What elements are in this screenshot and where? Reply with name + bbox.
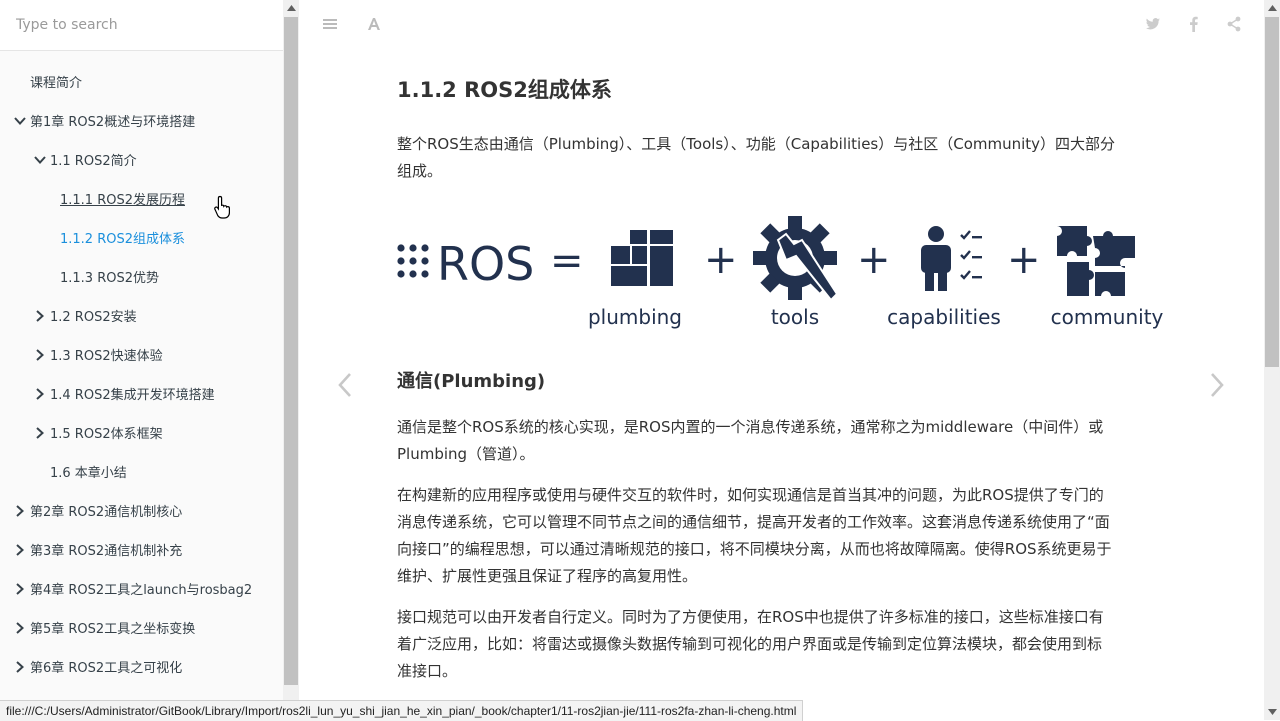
toc-item-label: 第5章 ROS2工具之坐标变换 <box>30 622 196 637</box>
toc-item-label: 1.3 ROS2快速体验 <box>50 349 163 364</box>
chevron-right-icon[interactable] <box>30 345 50 365</box>
toc-item-label: 1.1 ROS2简介 <box>50 154 137 169</box>
paragraph-1: 通信是整个ROS系统的核心实现，是ROS内置的一个消息传递系统，通常称之为mid… <box>397 414 1163 468</box>
page-title: 1.1.2 ROS2组成体系 <box>397 78 612 102</box>
toc-item[interactable]: 1.1.2 ROS2组成体系 <box>0 218 283 257</box>
font-settings-icon[interactable] <box>366 16 382 36</box>
p3-line-1: 接口规范可以由开发者自行定义。同时为了方便使用，在ROS中也提供了许多标准的接口… <box>397 608 1104 626</box>
toc-item[interactable]: 第3章 ROS2通信机制补充 <box>0 530 283 569</box>
chevron-right-icon[interactable] <box>10 618 30 638</box>
toc-item[interactable]: 1.4 ROS2集成开发环境搭建 <box>0 374 283 413</box>
p3-line-2: 着广泛应用，比如：将雷达或摄像头数据传输到可视化的用户界面或是传输到定位算法模块… <box>397 635 1103 653</box>
table-of-contents: 课程简介第1章 ROS2概述与环境搭建 1.1 ROS2简介 1.1.1 ROS2发… <box>0 51 283 686</box>
toc-item[interactable]: 第2章 ROS2通信机制核心 <box>0 491 283 530</box>
tools-gear-icon <box>753 216 839 302</box>
banner-label-plumbing: plumbing <box>588 305 682 329</box>
toc-item-label: 第6章 ROS2工具之可视化 <box>30 661 183 676</box>
chevron-right-icon[interactable] <box>10 501 30 521</box>
toc-item-label: 第2章 ROS2通信机制核心 <box>30 505 183 520</box>
plus-sign-1: + <box>704 237 738 283</box>
p2-line-3: 向接口”的编程思想，可以通过清晰规范的接口，将不同模块分离，从而也将故障隔离。使… <box>397 540 1112 558</box>
page-scrollbar-thumb[interactable] <box>1265 17 1279 367</box>
p2-line-1: 在构建新的应用程序或使用与硬件交互的软件时，如何实现通信是首当其冲的问题，为此R… <box>397 486 1104 504</box>
status-bar-url: file:///C:/Users/Administrator/GitBook/L… <box>0 700 804 721</box>
toc-item-label: 1.6 本章小结 <box>50 466 127 481</box>
toc-item-label: 第3章 ROS2通信机制补充 <box>30 544 183 559</box>
plus-sign-3: + <box>1007 237 1041 283</box>
p2-line-4: 维护、扩展性更强且保证了程序的高复用性。 <box>397 567 698 585</box>
intro-line-2: 组成。 <box>397 162 443 180</box>
page-scrollbar[interactable] <box>1264 0 1280 720</box>
search-input[interactable] <box>14 16 268 34</box>
intro-paragraph: 整个ROS生态由通信（Plumbing）、工具（Tools）、功能（Capabi… <box>397 131 1163 185</box>
share-icon[interactable] <box>1226 16 1242 36</box>
p1-line-2: Plumbing（管道）。 <box>397 445 535 463</box>
toc-item-label: 第1章 ROS2概述与环境搭建 <box>30 115 196 130</box>
sidebar-scrollbar-thumb[interactable] <box>284 17 298 685</box>
toc-item[interactable]: 课程简介 <box>0 62 283 101</box>
toc-item[interactable]: 1.3 ROS2快速体验 <box>0 335 283 374</box>
toc-item[interactable]: 1.1 ROS2简介 <box>0 140 283 179</box>
equals-sign: = <box>550 238 584 284</box>
capabilities-person-checklist-icon <box>921 226 982 291</box>
intro-line-1: 整个ROS生态由通信（Plumbing）、工具（Tools）、功能（Capabi… <box>397 135 1116 153</box>
toc-item[interactable]: 1.5 ROS2体系框架 <box>0 413 283 452</box>
banner-label-community: community <box>1051 305 1164 329</box>
sidebar: 课程简介第1章 ROS2概述与环境搭建 1.1 ROS2简介 1.1.1 ROS2发… <box>0 0 284 720</box>
plumbing-icon <box>611 230 673 286</box>
next-page-chevron-icon[interactable] <box>1209 372 1225 402</box>
paragraph-3: 接口规范可以由开发者自行定义。同时为了方便使用，在ROS中也提供了许多标准的接口… <box>397 604 1163 685</box>
toc-item-label: 1.2 ROS2安装 <box>50 310 137 325</box>
p3-line-3: 准接口。 <box>397 662 458 680</box>
toc-item[interactable]: 1.1.3 ROS2优势 <box>0 257 283 296</box>
previous-page-chevron-icon[interactable] <box>337 372 353 402</box>
toc-item[interactable]: 1.2 ROS2安装 <box>0 296 283 335</box>
chevron-down-icon[interactable] <box>30 150 50 170</box>
menu-toggle-icon[interactable] <box>322 16 338 36</box>
page-scroll-up-arrow-icon[interactable] <box>1264 0 1280 16</box>
banner-label-capabilities: capabilities <box>887 305 1001 329</box>
chevron-down-icon[interactable] <box>10 111 30 131</box>
community-puzzle-icon <box>1057 226 1135 296</box>
section-heading-plumbing: 通信(Plumbing) <box>397 371 546 392</box>
toc-item-label: 1.1.2 ROS2组成体系 <box>60 232 185 247</box>
chevron-right-icon[interactable] <box>10 540 30 560</box>
chevron-right-icon[interactable] <box>10 657 30 677</box>
facebook-icon[interactable] <box>1186 16 1202 36</box>
scroll-up-arrow-icon[interactable] <box>283 0 299 16</box>
toc-item[interactable]: 1.6 本章小结 <box>0 452 283 491</box>
toc-item-label: 1.5 ROS2体系框架 <box>50 427 163 442</box>
toc-item-label: 课程简介 <box>30 76 83 91</box>
ros-ecosystem-banner: ROS = plumbing + tools + capabilities + … <box>397 216 1164 329</box>
chevron-right-icon[interactable] <box>30 423 50 443</box>
toc-item[interactable]: 第1章 ROS2概述与环境搭建 <box>0 101 283 140</box>
toc-item[interactable]: 1.1.1 ROS2发展历程 <box>0 179 283 218</box>
page-scroll-down-arrow-icon[interactable] <box>1264 704 1280 720</box>
search-bar <box>0 0 283 51</box>
ros-dots-logo-icon <box>397 244 429 278</box>
toc-item-label: 1.1.1 ROS2发展历程 <box>60 193 185 208</box>
toc-item[interactable]: 第6章 ROS2工具之可视化 <box>0 647 283 686</box>
hand-pointer-cursor-icon <box>214 195 232 223</box>
p1-line-1: 通信是整个ROS系统的核心实现，是ROS内置的一个消息传递系统，通常称之为mid… <box>397 418 1104 436</box>
toc-item[interactable]: 第5章 ROS2工具之坐标变换 <box>0 608 283 647</box>
plus-sign-2: + <box>857 237 891 283</box>
paragraph-2: 在构建新的应用程序或使用与硬件交互的软件时，如何实现通信是首当其冲的问题，为此R… <box>397 482 1163 590</box>
chevron-right-icon[interactable] <box>10 579 30 599</box>
chevron-right-icon[interactable] <box>30 306 50 326</box>
sidebar-scrollbar[interactable] <box>283 0 299 700</box>
banner-label-tools: tools <box>771 305 819 329</box>
toc-item-label: 1.1.3 ROS2优势 <box>60 271 159 286</box>
toc-item[interactable]: 第4章 ROS2工具之launch与rosbag2 <box>0 569 283 608</box>
ros-wordmark: ROS <box>437 237 534 291</box>
toc-item-label: 1.4 ROS2集成开发环境搭建 <box>50 388 215 403</box>
twitter-icon[interactable] <box>1145 16 1161 36</box>
chevron-right-icon[interactable] <box>30 384 50 404</box>
toc-item-label: 第4章 ROS2工具之launch与rosbag2 <box>30 583 253 598</box>
p2-line-2: 消息传递系统，它可以管理不同节点之间的通信细节，提高开发者的工作效率。这套消息传… <box>397 513 1110 531</box>
